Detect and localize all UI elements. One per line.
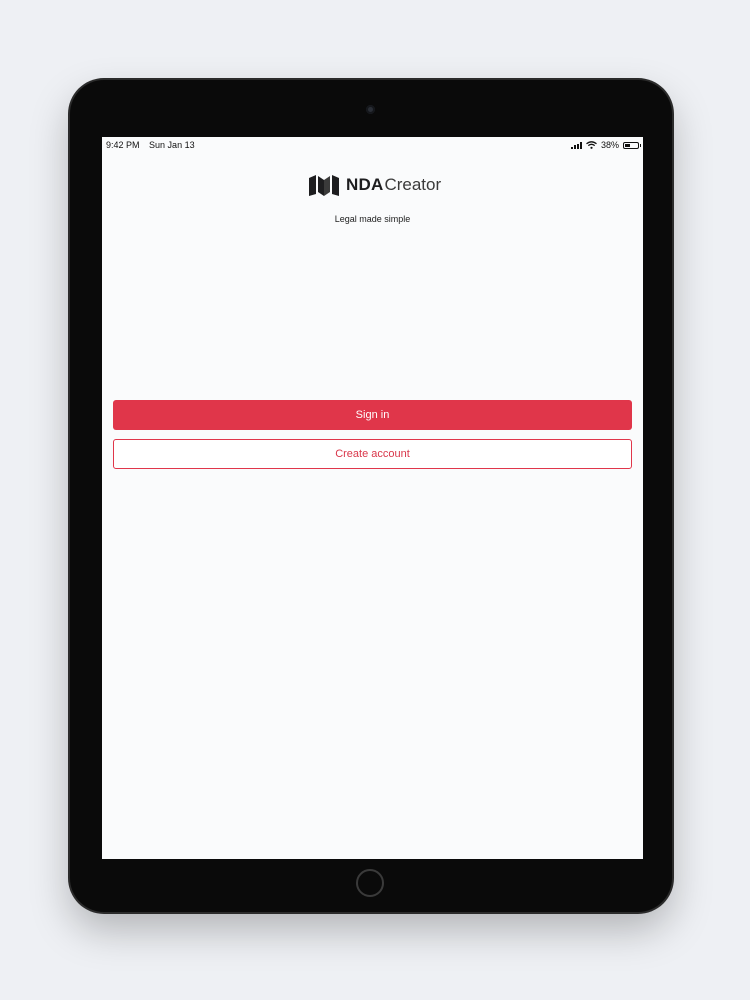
status-time: 9:42 PM: [106, 140, 140, 150]
status-bar-right: 38%: [570, 140, 641, 150]
sign-in-button[interactable]: Sign in: [113, 400, 632, 430]
logo-text-bold: NDA: [346, 175, 384, 194]
logo-text-light: Creator: [384, 175, 442, 194]
status-date: Sun Jan 13: [149, 140, 195, 150]
tagline: Legal made simple: [334, 214, 411, 224]
battery-fill: [625, 143, 630, 147]
battery-icon: [623, 141, 641, 149]
logo-wordmark: NDACreator: [346, 175, 441, 195]
app-logo: NDACreator: [308, 174, 441, 196]
wifi-icon: [586, 141, 597, 149]
status-bar-left: 9:42 PM Sun Jan 13: [106, 140, 202, 150]
book-logo-icon: [309, 175, 339, 196]
create-account-button[interactable]: Create account: [113, 439, 632, 469]
ipad-device-frame: 9:42 PM Sun Jan 13 38% NDACreator Legal …: [70, 80, 672, 912]
signal-icon: [570, 141, 582, 149]
status-bar: 9:42 PM Sun Jan 13 38%: [102, 137, 643, 153]
app-screen: 9:42 PM Sun Jan 13 38% NDACreator Legal …: [102, 137, 643, 859]
battery-percent: 38%: [600, 140, 619, 150]
home-button[interactable]: [356, 869, 384, 897]
front-camera: [366, 105, 375, 114]
